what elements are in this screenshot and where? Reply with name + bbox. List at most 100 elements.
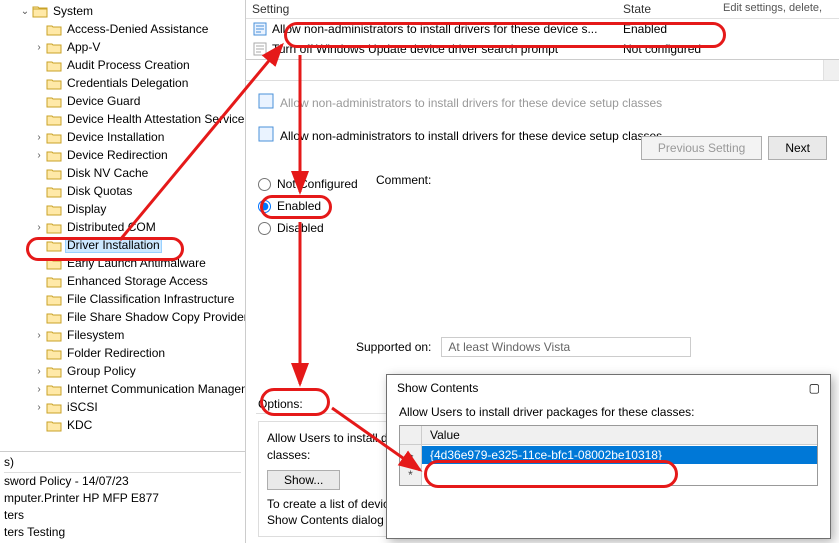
policy-icon: [252, 21, 268, 37]
settings-row[interactable]: Turn off Windows Update device driver se…: [246, 39, 839, 59]
show-button[interactable]: Show...: [267, 470, 340, 490]
col-setting-header[interactable]: Setting: [252, 2, 623, 16]
tree-node-label: Early Launch Antimalware: [65, 256, 208, 270]
tree-node[interactable]: File Classification Infrastructure: [0, 290, 245, 308]
tree-node[interactable]: ›iSCSI: [0, 398, 245, 416]
tree-node[interactable]: Display: [0, 200, 245, 218]
tree-node[interactable]: › Device Redirection: [0, 146, 245, 164]
tree-node[interactable]: Audit Process Creation: [0, 56, 245, 74]
dialog-titlebar[interactable]: Show Contents ▢: [387, 375, 830, 401]
folder-icon: [46, 22, 62, 36]
expand-icon[interactable]: ›: [32, 330, 46, 341]
col-state-header[interactable]: State: [623, 2, 723, 16]
tree-node[interactable]: Credentials Delegation: [0, 74, 245, 92]
tree-node[interactable]: ›Filesystem: [0, 326, 245, 344]
status-row[interactable]: sword Policy - 14/07/23: [4, 473, 241, 490]
tree-node[interactable]: › App-V: [0, 38, 245, 56]
folder-icon: [46, 148, 62, 162]
options-label: Options:: [258, 397, 303, 411]
tree-node[interactable]: Disk NV Cache: [0, 164, 245, 182]
radio-input[interactable]: [258, 222, 271, 235]
grid-row[interactable]: ▸ {4d36e979-e325-11ce-bfc1-08002be10318}: [400, 445, 817, 465]
expand-icon[interactable]: ›: [32, 150, 46, 161]
tree-node[interactable]: Folder Redirection: [0, 344, 245, 362]
radio-disabled[interactable]: Disabled: [258, 217, 827, 239]
policy-icon: [252, 41, 268, 57]
status-col-header[interactable]: s): [4, 454, 241, 473]
state-radio-group: Not Configured Enabled Disabled: [258, 173, 827, 239]
tree-node[interactable]: Driver Installation: [0, 236, 245, 254]
tree-node[interactable]: Enhanced Storage Access: [0, 272, 245, 290]
dialog-title: Show Contents: [397, 381, 478, 395]
folder-icon: [46, 112, 62, 126]
tree-node-label: Disk NV Cache: [65, 166, 150, 180]
settings-list: Setting State Edit settings, delete, All…: [246, 0, 839, 60]
folder-icon: [46, 382, 62, 396]
grid-corner: [400, 426, 422, 444]
tree-node[interactable]: Device Guard: [0, 92, 245, 110]
tree-node-label: System: [51, 4, 95, 18]
folder-icon: [46, 238, 62, 252]
expand-icon[interactable]: ›: [32, 42, 46, 53]
radio-input[interactable]: [258, 178, 271, 191]
status-row[interactable]: ters Testing: [4, 524, 241, 541]
grid-cell-value[interactable]: [422, 473, 817, 477]
expand-icon[interactable]: ›: [32, 366, 46, 377]
folder-icon: [46, 202, 62, 216]
tree-node[interactable]: › Distributed COM: [0, 218, 245, 236]
tree-node[interactable]: Device Health Attestation Service: [0, 110, 245, 128]
tree-node[interactable]: Access-Denied Assistance: [0, 20, 245, 38]
folder-icon: [46, 418, 62, 432]
settings-row[interactable]: Allow non-administrators to install driv…: [246, 19, 839, 39]
grid-col-header[interactable]: Value: [422, 426, 817, 444]
next-setting-button[interactable]: Next: [768, 136, 827, 160]
radio-not-configured[interactable]: Not Configured: [258, 173, 827, 195]
folder-icon: [46, 328, 62, 342]
folder-icon: [46, 256, 62, 270]
status-row[interactable]: ters: [4, 507, 241, 524]
status-list-fragment: s) sword Policy - 14/07/23 mputer.Printe…: [0, 451, 246, 543]
tree-node[interactable]: ›Group Policy: [0, 362, 245, 380]
tree-node-label: Internet Communication Management: [65, 382, 246, 396]
expand-icon[interactable]: ⌄: [18, 6, 32, 17]
status-row[interactable]: mputer.Printer HP MFP E877: [4, 490, 241, 507]
folder-icon: [46, 58, 62, 72]
row-marker-icon: ▸: [400, 445, 422, 465]
folder-icon: [46, 76, 62, 90]
grid-row[interactable]: *: [400, 465, 817, 485]
policy-icon: [258, 126, 274, 145]
tree-node[interactable]: File Share Shadow Copy Provider: [0, 308, 245, 326]
tree-node[interactable]: Disk Quotas: [0, 182, 245, 200]
tree-node[interactable]: Early Launch Antimalware: [0, 254, 245, 272]
value-grid[interactable]: Value ▸ {4d36e979-e325-11ce-bfc1-08002be…: [399, 425, 818, 486]
settings-header: Setting State Edit settings, delete,: [246, 0, 839, 19]
tree-node[interactable]: KDC: [0, 416, 245, 434]
grid-cell-value[interactable]: {4d36e979-e325-11ce-bfc1-08002be10318}: [422, 446, 817, 464]
tree-node-label: App-V: [65, 40, 102, 54]
radio-input[interactable]: [258, 200, 271, 213]
folder-icon: [46, 220, 62, 234]
radio-enabled[interactable]: Enabled: [258, 195, 827, 217]
tree-node[interactable]: ›Device Installation: [0, 128, 245, 146]
tree-node-system[interactable]: ⌄ System: [0, 2, 245, 20]
radio-label: Disabled: [277, 221, 324, 235]
policy-icon: [258, 93, 274, 112]
folder-icon: [46, 130, 62, 144]
policy-tree[interactable]: ⌄ System Access-Denied Assistance › App-V A…: [0, 2, 245, 434]
tree-node-label: Access-Denied Assistance: [65, 22, 210, 36]
setting-name: Turn off Windows Update device driver se…: [272, 42, 623, 56]
tree-node[interactable]: › Internet Communication Management: [0, 380, 245, 398]
tree-node-label: Device Redirection: [65, 148, 170, 162]
folder-icon: [46, 364, 62, 378]
expand-icon[interactable]: ›: [32, 132, 46, 143]
maximize-icon[interactable]: ▢: [809, 381, 820, 395]
previous-setting-button[interactable]: Previous Setting: [641, 136, 762, 160]
folder-icon: [46, 292, 62, 306]
expand-icon[interactable]: ›: [32, 402, 46, 413]
expand-icon[interactable]: ›: [32, 384, 46, 395]
tree-node-label: Distributed COM: [65, 220, 158, 234]
show-contents-dialog: Show Contents ▢ Allow Users to install d…: [386, 374, 831, 539]
expand-icon[interactable]: ›: [32, 222, 46, 233]
policy-subtitle-text: Allow non-administrators to install driv…: [280, 129, 662, 143]
folder-icon: [46, 40, 62, 54]
